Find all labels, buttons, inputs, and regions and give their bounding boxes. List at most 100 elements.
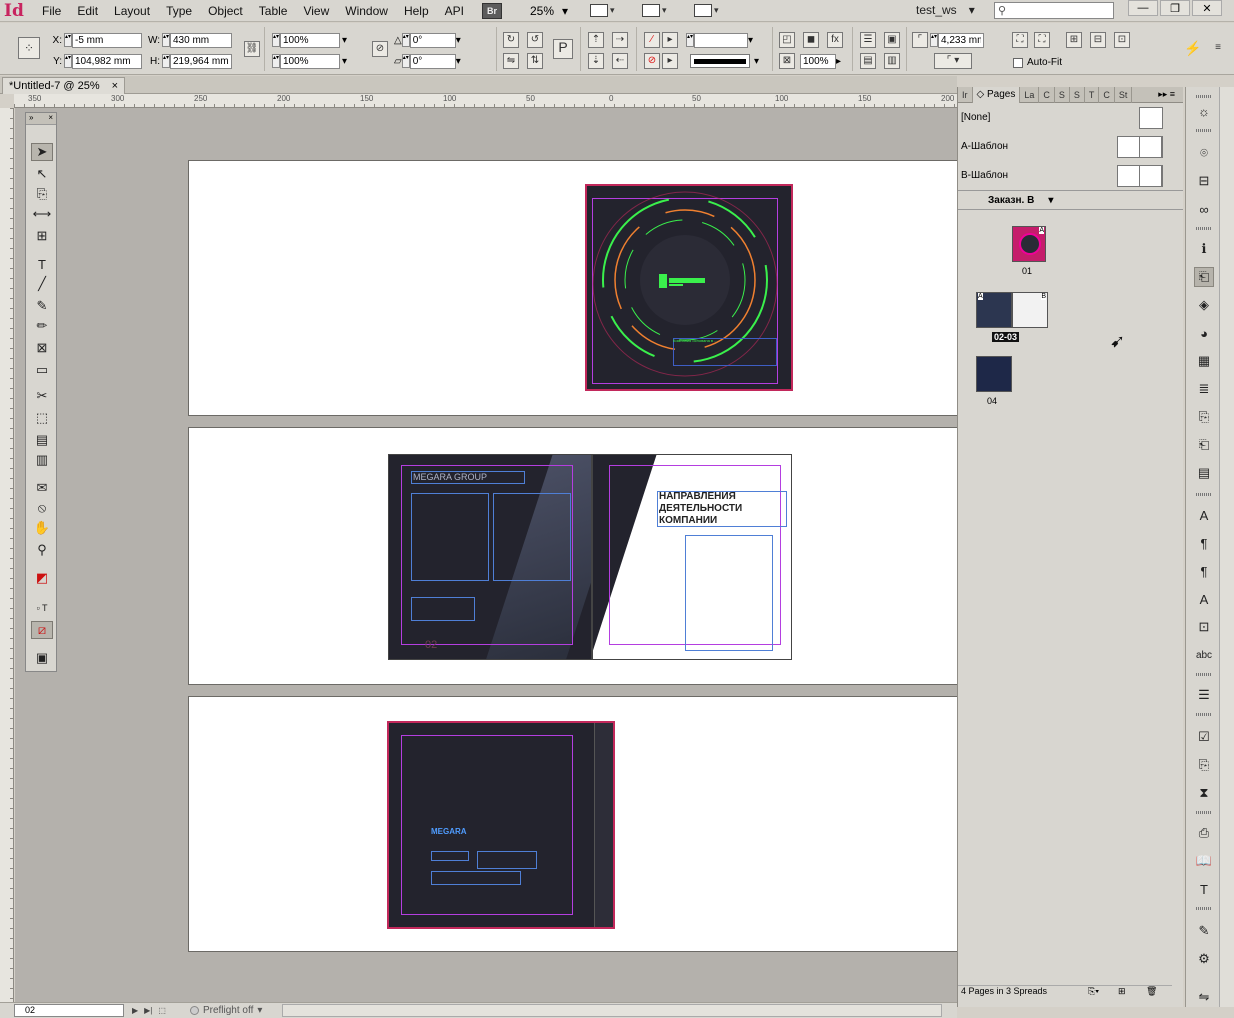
edit-page-size-icon[interactable]: ⎘▾ bbox=[1088, 986, 1099, 997]
view-options-button[interactable]: ▾ bbox=[590, 3, 620, 19]
delete-page-icon[interactable]: 🗑 bbox=[1146, 986, 1157, 997]
menu-api[interactable]: API bbox=[437, 0, 472, 22]
menu-view[interactable]: View bbox=[295, 0, 337, 22]
gradient-swatch-tool[interactable]: ▤ bbox=[31, 431, 53, 449]
scripts-icon[interactable]: ✎ bbox=[1194, 921, 1214, 941]
scale-y-field[interactable]: ▴▾ ▾ bbox=[272, 53, 347, 69]
selection-tool[interactable]: ➤ bbox=[31, 143, 53, 161]
menu-file[interactable]: File bbox=[34, 0, 69, 22]
page-02[interactable]: MEGARA GROUP 02 bbox=[388, 454, 592, 660]
document-canvas[interactable]: Компания основана в ... MEGARA GROUP 02 … bbox=[15, 108, 957, 1002]
fill-stroke-swatch[interactable]: ◩ bbox=[31, 569, 53, 587]
fx-icon[interactable]: fx bbox=[827, 32, 843, 48]
scale-x-field[interactable]: ▴▾ ▾ bbox=[272, 32, 347, 48]
last-page-icon[interactable]: ▶| bbox=[144, 1006, 152, 1015]
rotate-cw-icon[interactable]: ↻ bbox=[503, 32, 519, 48]
hand-tool[interactable]: ✋ bbox=[31, 519, 53, 537]
align-icon[interactable]: ⊟ bbox=[1194, 171, 1214, 191]
panel-grip[interactable] bbox=[1196, 227, 1212, 230]
camera-icon[interactable]: ⌾ bbox=[1194, 143, 1214, 163]
panel-grip[interactable] bbox=[1196, 95, 1212, 98]
tab-stroke[interactable]: S bbox=[1055, 86, 1070, 103]
opacity-field[interactable]: ▸ bbox=[800, 53, 841, 69]
tab-character[interactable]: C bbox=[1099, 86, 1115, 103]
panel-grip[interactable] bbox=[1196, 493, 1212, 496]
preflight-status[interactable]: Preflight off ▾ bbox=[189, 1005, 262, 1016]
export-icon[interactable]: ⇋ bbox=[1194, 987, 1214, 1007]
apply-none-button[interactable]: ⧄ bbox=[31, 621, 53, 639]
select-previous-icon[interactable]: ⇢ bbox=[612, 32, 628, 48]
links-icon[interactable]: ∞ bbox=[1194, 199, 1214, 219]
open-page-icon[interactable]: ⬚ bbox=[158, 1006, 166, 1015]
constrain-icon[interactable]: ⛓ bbox=[244, 41, 260, 57]
corner-style-select[interactable]: ⌜ ▾ bbox=[934, 53, 972, 69]
text-wrap-box-icon[interactable]: ▣ bbox=[884, 32, 900, 48]
spinner-icon[interactable]: ▴▾ bbox=[401, 33, 410, 47]
new-page-icon[interactable]: ⊞ bbox=[1118, 986, 1126, 997]
text-frame-icon[interactable]: P bbox=[553, 39, 573, 59]
page-tool[interactable]: ⎘ bbox=[31, 185, 53, 203]
pages-icon[interactable]: ⎗ bbox=[1194, 267, 1214, 287]
close-icon[interactable]: × bbox=[48, 113, 53, 124]
corner-size-input[interactable] bbox=[938, 32, 984, 48]
horizontal-ruler[interactable]: 350 300 250 200 150 100 50 0 50 100 150 … bbox=[14, 94, 957, 108]
close-tab-icon[interactable]: × bbox=[112, 78, 118, 94]
page-thumbnail-03[interactable]: B bbox=[1012, 292, 1048, 328]
rotate-input[interactable] bbox=[409, 32, 456, 48]
book-icon[interactable]: 📖 bbox=[1194, 851, 1214, 871]
pen-tool[interactable]: ✎ bbox=[31, 297, 53, 315]
hyperlinks-icon[interactable]: ⧗ bbox=[1194, 783, 1214, 803]
stroke-none-icon[interactable]: ⊘ bbox=[644, 53, 660, 69]
close-button[interactable]: ✕ bbox=[1192, 0, 1222, 16]
text-column-1[interactable] bbox=[411, 493, 489, 581]
pencil-tool[interactable]: ✏ bbox=[31, 317, 53, 335]
fit-content-icon[interactable]: ⛶ bbox=[1012, 32, 1028, 48]
text-wrap-shape-icon[interactable]: ▤ bbox=[860, 53, 876, 69]
menu-object[interactable]: Object bbox=[200, 0, 251, 22]
pages-view-select[interactable]: Заказн. В ▾ bbox=[958, 190, 1183, 210]
select-content-icon[interactable]: ⇣ bbox=[588, 53, 604, 69]
panel-scrollbar[interactable] bbox=[1219, 87, 1234, 1007]
spinner-icon[interactable]: ▴▾ bbox=[401, 54, 410, 68]
master-a[interactable]: A-Шаблон bbox=[958, 132, 1183, 161]
panel-menu-icon[interactable]: ▸▸ ≡ bbox=[1158, 89, 1175, 100]
paragraph-styles-icon[interactable]: ¶ bbox=[1194, 561, 1214, 581]
caption-frame[interactable] bbox=[411, 597, 475, 621]
content-collector-tool[interactable]: ⊞ bbox=[31, 227, 53, 245]
spinner-icon[interactable]: ▴▾ bbox=[162, 33, 170, 47]
stroke-icon[interactable]: ≣ bbox=[1194, 379, 1214, 399]
buttons-icon[interactable]: ⎘ bbox=[1194, 755, 1214, 775]
screen-mode-tool[interactable]: ▣ bbox=[31, 649, 53, 667]
menu-help[interactable]: Help bbox=[396, 0, 437, 22]
info-icon[interactable]: ℹ bbox=[1194, 239, 1214, 259]
line-tool[interactable]: ╱ bbox=[31, 275, 53, 293]
tab-color[interactable]: C bbox=[1039, 86, 1055, 103]
spinner-icon[interactable]: ▴▾ bbox=[64, 33, 72, 47]
y-input[interactable] bbox=[72, 53, 142, 69]
rectangle-frame-tool[interactable]: ⊠ bbox=[31, 339, 53, 357]
object-style-icon[interactable]: ◼ bbox=[803, 32, 819, 48]
text-column-2[interactable] bbox=[493, 493, 571, 581]
articles-icon[interactable]: ⎙ bbox=[1194, 823, 1214, 843]
w-input[interactable] bbox=[170, 32, 232, 48]
flip-v-icon[interactable]: ⇅ bbox=[527, 53, 543, 69]
drop-shadow-icon[interactable]: ◰ bbox=[779, 32, 795, 48]
menu-layout[interactable]: Layout bbox=[106, 0, 158, 22]
menu-window[interactable]: Window bbox=[337, 0, 396, 22]
character-styles-icon[interactable]: A bbox=[1194, 589, 1214, 609]
rectangle-tool[interactable]: ▭ bbox=[31, 361, 53, 379]
x-field[interactable]: X: ▴▾ bbox=[48, 32, 142, 48]
master-none[interactable]: [None] bbox=[958, 103, 1183, 132]
link-scale-icon[interactable]: ⊘ bbox=[372, 41, 388, 57]
menu-edit[interactable]: Edit bbox=[69, 0, 106, 22]
screen-mode-button[interactable]: ▾ bbox=[642, 3, 672, 19]
effects-icon[interactable]: ⎗ bbox=[1194, 435, 1214, 455]
horizontal-scrollbar[interactable] bbox=[282, 1004, 943, 1017]
tab-pages[interactable]: ◇ Pages bbox=[972, 86, 1021, 103]
sun-icon[interactable]: ☼ bbox=[1194, 101, 1214, 121]
h-field[interactable]: H: ▴▾ bbox=[146, 53, 232, 69]
spinner-icon[interactable]: ▴▾ bbox=[930, 33, 938, 47]
spread-1-pasteboard[interactable]: Компания основана в ... bbox=[188, 160, 957, 416]
flip-h-icon[interactable]: ⇋ bbox=[503, 53, 519, 69]
scale-x-input[interactable] bbox=[280, 32, 340, 48]
